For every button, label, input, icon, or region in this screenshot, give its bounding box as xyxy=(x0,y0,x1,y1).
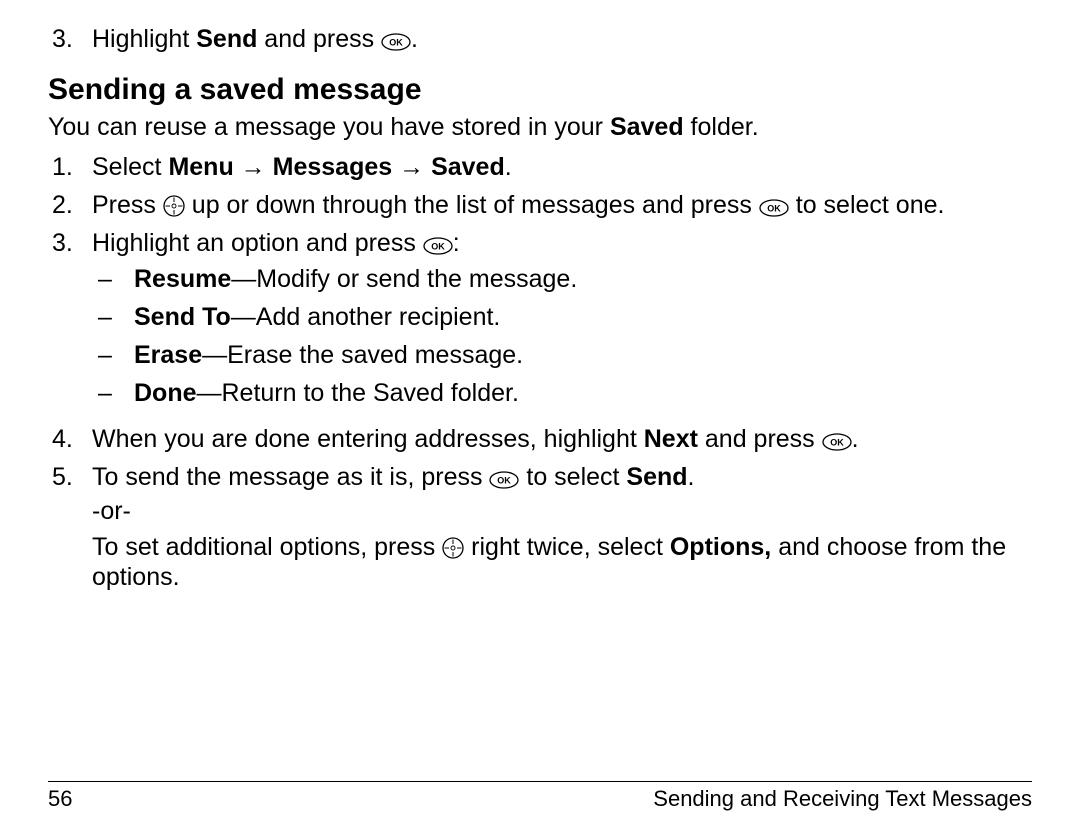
list-marker: 5. xyxy=(48,462,92,592)
section-heading: Sending a saved message xyxy=(48,72,1032,108)
dash: – xyxy=(92,340,134,370)
bold-text: Resume xyxy=(134,265,231,293)
text: Highlight an option and press xyxy=(92,229,423,257)
list-marker: 4. xyxy=(48,424,92,454)
bold-text: Done xyxy=(134,379,197,407)
arrow: → xyxy=(392,153,431,181)
ok-icon: OK xyxy=(759,199,789,217)
option-body: Resume—Modify or send the message. xyxy=(134,264,577,294)
option-done: – Done—Return to the Saved folder. xyxy=(92,378,1032,408)
option-body: Erase—Erase the saved message. xyxy=(134,340,523,370)
bold-text: Send xyxy=(626,463,687,491)
bold-text: Next xyxy=(644,425,698,453)
arrow: → xyxy=(234,153,273,181)
option-list: – Resume—Modify or send the message. – S… xyxy=(92,264,1032,408)
option-body: Done—Return to the Saved folder. xyxy=(134,378,519,408)
list-marker: 3. xyxy=(48,24,92,54)
text: . xyxy=(688,463,695,491)
step-1: 1. Select Menu → Messages → Saved. xyxy=(48,152,1032,182)
procedure-list: 1. Select Menu → Messages → Saved. 2. Pr… xyxy=(48,152,1032,592)
text: up or down through the list of messages … xyxy=(185,191,759,219)
bold-text: Options, xyxy=(670,533,771,561)
text: —Return to the Saved folder. xyxy=(197,379,519,407)
svg-text:OK: OK xyxy=(389,38,403,48)
option-send-to: – Send To—Add another recipient. xyxy=(92,302,1032,332)
ok-icon: OK xyxy=(423,237,453,255)
text: Select xyxy=(92,153,168,181)
step-5-line2: To set additional options, press right t… xyxy=(92,532,1032,592)
or-separator: -or- xyxy=(92,496,1032,526)
step-4: 4. When you are done entering addresses,… xyxy=(48,424,1032,454)
nav-icon xyxy=(163,195,185,217)
text: Highlight xyxy=(92,25,196,53)
option-erase: – Erase—Erase the saved message. xyxy=(92,340,1032,370)
bold-text: Messages xyxy=(273,153,393,181)
list-body: Highlight an option and press OK: – Resu… xyxy=(92,228,1032,416)
dash: – xyxy=(92,302,134,332)
text: When you are done entering addresses, hi… xyxy=(92,425,644,453)
list-body: Highlight Send and press OK. xyxy=(92,24,1032,54)
dash: – xyxy=(92,378,134,408)
text: to select one. xyxy=(789,191,945,219)
previous-list-tail: 3. Highlight Send and press OK. xyxy=(48,24,1032,54)
step-2: 2. Press up or down through the list of … xyxy=(48,190,1032,220)
svg-text:OK: OK xyxy=(830,438,844,448)
step-3-prev: 3. Highlight Send and press OK. xyxy=(48,24,1032,54)
manual-page: 3. Highlight Send and press OK. Sending … xyxy=(0,0,1080,834)
nav-icon xyxy=(442,537,464,559)
svg-text:OK: OK xyxy=(767,204,781,214)
intro-paragraph: You can reuse a message you have stored … xyxy=(48,112,1032,142)
step-5-line1: To send the message as it is, press OK t… xyxy=(92,462,1032,492)
bold-text: Send To xyxy=(134,303,231,331)
list-body: When you are done entering addresses, hi… xyxy=(92,424,1032,454)
text: To set additional options, press xyxy=(92,533,442,561)
text: —Modify or send the message. xyxy=(231,265,577,293)
svg-text:OK: OK xyxy=(431,242,445,252)
bold-text: Menu xyxy=(168,153,233,181)
page-content: 3. Highlight Send and press OK. Sending … xyxy=(48,24,1032,592)
list-marker: 1. xyxy=(48,152,92,182)
bold-text: Saved xyxy=(610,113,684,141)
text: —Add another recipient. xyxy=(231,303,501,331)
text: to select xyxy=(519,463,626,491)
bold-text: Send xyxy=(196,25,257,53)
page-number: 56 xyxy=(48,786,72,812)
text: . xyxy=(411,25,418,53)
text: You can reuse a message you have stored … xyxy=(48,113,610,141)
list-body: Press up or down through the list of mes… xyxy=(92,190,1032,220)
text: To send the message as it is, press xyxy=(92,463,489,491)
dash: – xyxy=(92,264,134,294)
ok-icon: OK xyxy=(489,471,519,489)
ok-icon: OK xyxy=(822,433,852,451)
step-5: 5. To send the message as it is, press O… xyxy=(48,462,1032,592)
text: : xyxy=(453,229,460,257)
text: Press xyxy=(92,191,163,219)
ok-icon: OK xyxy=(381,33,411,51)
list-marker: 3. xyxy=(48,228,92,416)
svg-text:OK: OK xyxy=(498,476,512,486)
list-body: Select Menu → Messages → Saved. xyxy=(92,152,1032,182)
text: . xyxy=(852,425,859,453)
page-footer: 56 Sending and Receiving Text Messages xyxy=(48,781,1032,812)
text: . xyxy=(505,153,512,181)
text: folder. xyxy=(684,113,759,141)
option-body: Send To—Add another recipient. xyxy=(134,302,500,332)
text: right twice, select xyxy=(464,533,670,561)
option-resume: – Resume—Modify or send the message. xyxy=(92,264,1032,294)
bold-text: Saved xyxy=(431,153,505,181)
step-3: 3. Highlight an option and press OK: – R… xyxy=(48,228,1032,416)
list-marker: 2. xyxy=(48,190,92,220)
bold-text: Erase xyxy=(134,341,202,369)
footer-title: Sending and Receiving Text Messages xyxy=(653,786,1032,812)
list-body: To send the message as it is, press OK t… xyxy=(92,462,1032,592)
text: and press xyxy=(698,425,822,453)
text: —Erase the saved message. xyxy=(202,341,523,369)
text: and press xyxy=(257,25,381,53)
